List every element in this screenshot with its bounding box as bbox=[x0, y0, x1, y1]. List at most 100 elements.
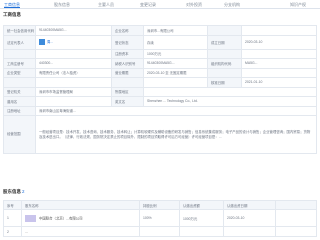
info-value: 2021-01-10 bbox=[241, 77, 317, 88]
tab-label: 知识产权 bbox=[290, 2, 306, 7]
info-row: 法定代表人 周... 登记状态 存续 成立日期 2020-03-10 bbox=[3, 34, 317, 50]
info-label bbox=[111, 77, 144, 88]
tab-investments[interactable]: 对外投资 bbox=[186, 1, 202, 8]
info-value: 440300... bbox=[35, 58, 112, 69]
column-header: 序号 bbox=[3, 200, 22, 210]
subscribed-date bbox=[223, 226, 276, 237]
section-title-shareholders: 股东信息2 bbox=[3, 189, 25, 194]
info-label: 登记机关 bbox=[3, 86, 36, 97]
info-value bbox=[143, 86, 317, 97]
tab-label: 对外投资 bbox=[186, 2, 202, 7]
info-value bbox=[35, 48, 112, 59]
info-label: 组织机构代码 bbox=[207, 58, 242, 69]
row-index: 2 bbox=[3, 226, 22, 237]
info-row: 核准日期 2021-01-10 bbox=[3, 77, 317, 88]
info-label: 经营范围 bbox=[3, 115, 36, 154]
info-label: 工商注册号 bbox=[3, 58, 36, 69]
info-row: 曾用名 英文名 Shenzhen ... Technology Co., Ltd… bbox=[3, 96, 317, 107]
row-extra bbox=[275, 226, 317, 237]
table-row: 1 中国联合（北京）...有限公司 100% 1000万元 2020-03-10 bbox=[3, 209, 317, 227]
legal-rep-cell: 周... bbox=[35, 34, 112, 50]
info-label: 曾用名 bbox=[3, 96, 36, 107]
tab-label: 工商信息 bbox=[4, 2, 20, 7]
legal-rep-link[interactable]: 周... bbox=[47, 40, 53, 44]
tab-key-personnel[interactable]: 主要人员 bbox=[98, 1, 114, 8]
info-value: 91440300MA5G... bbox=[143, 58, 208, 69]
info-value: 91440300MA5G... bbox=[35, 25, 112, 36]
column-header: 股东名称 bbox=[21, 200, 140, 210]
row-index: 1 bbox=[3, 209, 22, 227]
tab-label: 股东信息 bbox=[54, 2, 70, 7]
shareholder-name[interactable]: 中国联合（北京）...有限公司 bbox=[39, 216, 83, 220]
info-label: 营业期限 bbox=[111, 67, 144, 78]
info-value bbox=[241, 48, 317, 59]
info-value bbox=[35, 77, 112, 88]
tab-change-records[interactable]: 变更记录 bbox=[140, 1, 156, 8]
shareholder-cell: 中国联合（北京）...有限公司 bbox=[21, 209, 140, 227]
info-row: 统一社会信用代码 91440300MA5G... 企业名称 深圳市...有限公司 bbox=[3, 25, 317, 36]
info-label bbox=[207, 48, 242, 59]
subscribed-date: 2020-03-10 bbox=[223, 209, 276, 227]
info-label: 英文名 bbox=[111, 96, 144, 107]
avatar bbox=[39, 39, 45, 46]
info-value: Shenzhen ... Technology Co., Ltd. bbox=[143, 96, 317, 107]
holding-ratio bbox=[139, 226, 180, 237]
column-header bbox=[275, 200, 317, 210]
info-value: 2020-03-10 bbox=[241, 34, 317, 50]
info-row: 企业类型 有限责任公司（法人独资） 营业期限 2020-03-10 至 无固定期… bbox=[3, 67, 317, 78]
shareholder-cell: ... bbox=[21, 226, 140, 237]
info-row: 注册地址 深圳市南山区粤海街道... bbox=[3, 105, 317, 116]
info-value bbox=[241, 67, 317, 78]
info-value bbox=[241, 25, 317, 36]
info-value: 1000万元 bbox=[143, 48, 208, 59]
tab-shareholders[interactable]: 股东信息 bbox=[54, 1, 70, 8]
info-label bbox=[3, 48, 36, 59]
holding-ratio: 100% bbox=[139, 209, 180, 227]
subscribed-amount: 1000万元 bbox=[179, 209, 224, 227]
info-row: 工商注册号 440300... 纳税人识别号 91440300MA5G... 组… bbox=[3, 58, 317, 69]
info-label: 企业名称 bbox=[111, 25, 144, 36]
info-value bbox=[143, 77, 208, 88]
info-label: 成立日期 bbox=[207, 34, 242, 50]
info-label: 注册资本 bbox=[111, 48, 144, 59]
info-label bbox=[207, 67, 242, 78]
tab-ip[interactable]: 知识产权 bbox=[290, 1, 306, 8]
row-extra bbox=[275, 209, 317, 227]
column-header: 认缴出资日期 bbox=[223, 200, 276, 210]
column-header: 认缴出资额 bbox=[179, 200, 224, 210]
info-label: 核准日期 bbox=[207, 77, 242, 88]
tab-label: 变更记录 bbox=[140, 2, 156, 7]
tab-label: 主要人员 bbox=[98, 2, 114, 7]
section-title-business-info: 工商信息 bbox=[3, 12, 21, 17]
tab-branches[interactable]: 分支机构 bbox=[224, 1, 240, 8]
column-header: 持股比例 bbox=[139, 200, 180, 210]
business-scope: 一般经营项目是：技术开发、技术咨询、技术服务、技术转让；计算机软硬件及辅助设备的… bbox=[35, 115, 317, 154]
info-value: 深圳市...有限公司 bbox=[143, 25, 208, 36]
info-value: 深圳市市场监督管理局 bbox=[35, 86, 112, 97]
tab-business-info[interactable]: 工商信息 bbox=[4, 1, 20, 8]
info-row: 经营范围 一般经营项目是：技术开发、技术咨询、技术服务、技术转让；计算机软硬件及… bbox=[3, 115, 317, 154]
info-row: 登记机关 深圳市市场监督管理局 所属地区 bbox=[3, 86, 317, 97]
info-label: 注册地址 bbox=[3, 105, 36, 116]
info-value bbox=[35, 96, 112, 107]
company-logo-icon bbox=[25, 214, 36, 222]
info-value: 有限责任公司（法人独资） bbox=[35, 67, 112, 78]
info-label: 登记状态 bbox=[111, 34, 144, 50]
info-label: 所属地区 bbox=[111, 86, 144, 97]
info-label: 企业类型 bbox=[3, 67, 36, 78]
business-info-table: 统一社会信用代码 91440300MA5G... 企业名称 深圳市...有限公司… bbox=[3, 25, 317, 154]
info-label bbox=[207, 25, 242, 36]
info-label: 法定代表人 bbox=[3, 34, 36, 50]
top-tabs: 工商信息 股东信息 主要人员 变更记录 对外投资 分支机构 知识产权 bbox=[0, 0, 320, 9]
tab-label: 分支机构 bbox=[224, 2, 240, 7]
info-value: 深圳市南山区粤海街道... bbox=[35, 105, 317, 116]
shareholder-name[interactable]: ... bbox=[25, 230, 28, 234]
info-value: MA5G... bbox=[241, 58, 317, 69]
table-header-row: 序号 股东名称 持股比例 认缴出资额 认缴出资日期 bbox=[3, 200, 317, 210]
info-label: 统一社会信用代码 bbox=[3, 25, 36, 36]
table-row: 2 ... bbox=[3, 226, 317, 237]
shareholder-table: 序号 股东名称 持股比例 认缴出资额 认缴出资日期 1 中国联合（北京）...有… bbox=[3, 200, 317, 237]
info-value: 2020-03-10 至 无固定期限 bbox=[143, 67, 208, 78]
info-value: 存续 bbox=[143, 34, 208, 50]
info-label: 纳税人识别号 bbox=[111, 58, 144, 69]
